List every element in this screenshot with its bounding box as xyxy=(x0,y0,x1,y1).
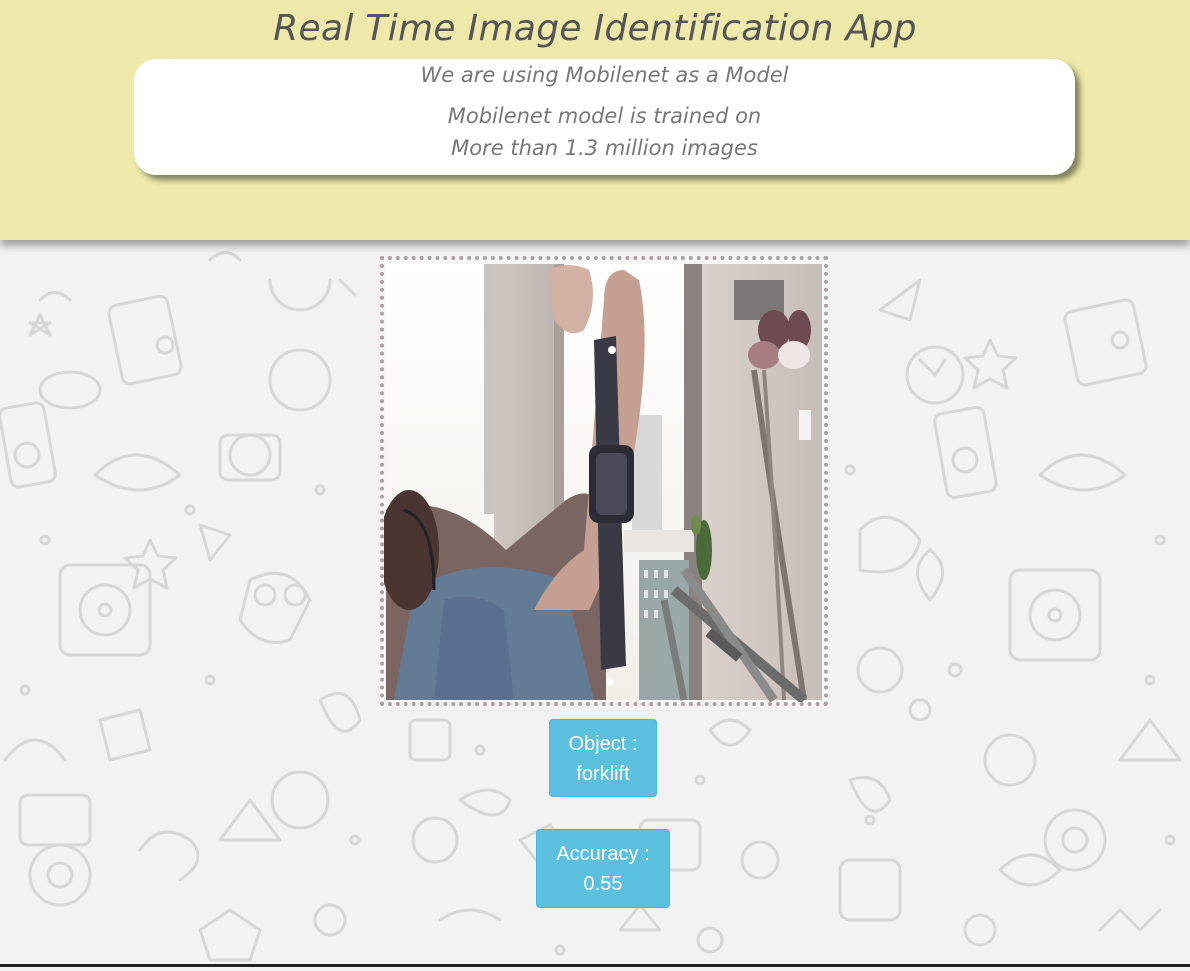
webcam-feed-icon xyxy=(384,260,824,702)
object-label: Object : xyxy=(568,733,638,755)
app-title: Real Time Image Identification App xyxy=(273,8,917,49)
model-info-card: We are using Mobilenet as a Model Mobile… xyxy=(134,59,1075,175)
accuracy-value: 0.55 xyxy=(583,873,623,895)
app-header: Real Time Image Identification App We ar… xyxy=(0,0,1190,240)
model-training-line: Mobilenet model is trained on xyxy=(447,104,762,128)
object-result-button[interactable]: Object : forklift xyxy=(549,719,657,797)
object-value: forklift xyxy=(576,763,630,785)
accuracy-label: Accuracy : xyxy=(556,843,650,865)
model-info-line: We are using Mobilenet as a Model xyxy=(420,63,789,87)
webcam-frame xyxy=(380,256,828,706)
accuracy-result-button[interactable]: Accuracy : 0.55 xyxy=(536,829,670,908)
model-dataset-size-line: More than 1.3 million images xyxy=(451,136,758,160)
